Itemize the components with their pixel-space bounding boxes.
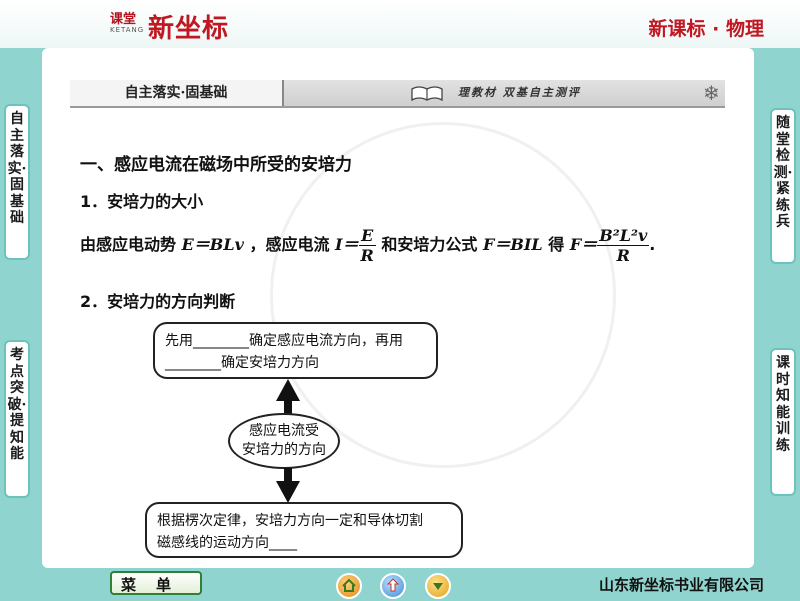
method-box-top-line1: 先用________确定感应电流方向，再用 (165, 333, 403, 349)
derivation-mid2: 和安培力公式 (381, 235, 478, 254)
next-button[interactable] (425, 573, 451, 599)
current-numerator: E (358, 226, 376, 246)
lesson-content: 一、感应电流在磁场中所受的安培力 1．安培力的大小 由感应电动势 E＝BLv ，… (0, 0, 800, 600)
section2-title: 2．安培力的方向判断 (80, 292, 236, 311)
back-icon (386, 578, 400, 592)
menu-button[interactable]: 菜单 (110, 571, 202, 595)
ampere-force-derivation: 由感应电动势 E＝BLv ，感应电流 I＝ E R 和安培力公式 F＝BIL 得 F… (80, 226, 655, 265)
force-numerator: B²L²v (597, 226, 650, 246)
center-oval: 感应电流受 安培力的方向 (228, 413, 340, 469)
derivation-end: . (649, 235, 656, 254)
method-box-bottom: 根据楞次定律，安培力方向一定和导体切割 磁感线的运动方向____ (145, 502, 463, 558)
emf-formula: E＝BLv (181, 235, 244, 254)
force-fraction: B²L²v R (597, 226, 650, 265)
force-formula: F＝BIL (483, 235, 543, 254)
arrow-down-shaft (284, 468, 292, 482)
method-box-bottom-line2: 磁感线的运动方向____ (157, 535, 297, 551)
arrow-up-shaft (284, 400, 292, 414)
lesson-heading: 一、感应电流在磁场中所受的安培力 (80, 155, 352, 175)
method-box-top: 先用________确定感应电流方向，再用 ________确定安培力方向 (153, 322, 438, 379)
derivation-prefix: 由感应电动势 (80, 235, 177, 254)
back-button[interactable] (380, 573, 406, 599)
current-fraction: ER (358, 226, 376, 265)
force-lhs: F＝ (569, 235, 598, 254)
home-button[interactable] (336, 573, 362, 599)
next-icon (433, 583, 443, 590)
derivation-mid1: ，感应电流 (249, 235, 330, 254)
force-denominator: R (616, 246, 630, 265)
method-box-bottom-line1: 根据楞次定律，安培力方向一定和导体切割 (157, 513, 423, 529)
method-box-top-line2: ________确定安培力方向 (165, 355, 319, 371)
center-oval-line2: 安培力的方向 (242, 442, 326, 458)
publisher-name: 山东新坐标书业有限公司 (598, 576, 764, 594)
arrow-down-head (276, 481, 300, 503)
current-denominator: R (360, 246, 374, 265)
center-oval-line1: 感应电流受 (249, 423, 319, 439)
derivation-mid3: 得 (548, 235, 565, 254)
section1-title: 1．安培力的大小 (80, 192, 204, 211)
arrow-up-head (276, 379, 300, 401)
current-lhs: I＝ (335, 235, 359, 254)
home-icon (342, 578, 356, 592)
